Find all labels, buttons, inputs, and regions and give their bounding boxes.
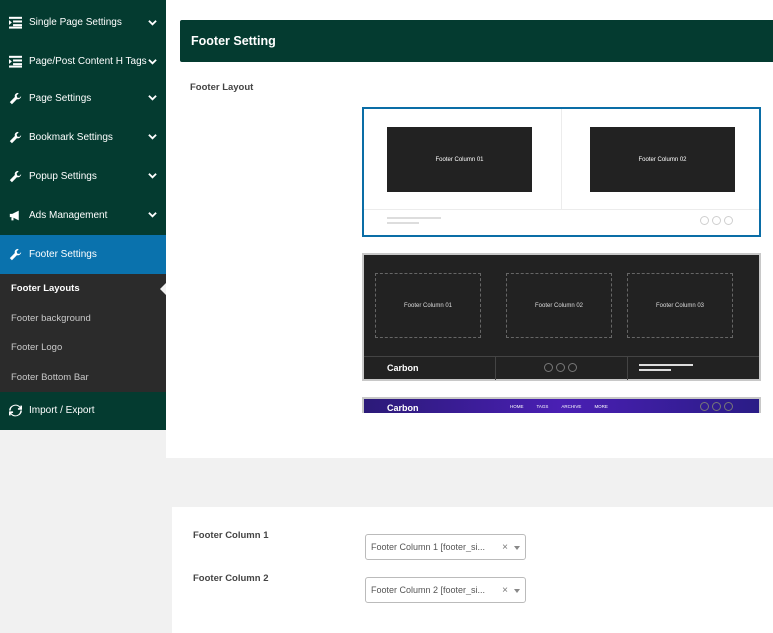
- wrench-icon: [8, 92, 23, 106]
- brand-logo-text: Carbon: [387, 363, 419, 373]
- footer-column-1-label: Footer Column 1: [193, 530, 269, 541]
- footer-settings-submenu: Footer Layouts Footer background Footer …: [0, 274, 166, 392]
- brand-logo-text: Carbon: [387, 403, 419, 413]
- sidebar-item-label: Popup Settings: [29, 171, 97, 182]
- chevron-down-icon: [148, 171, 157, 180]
- social-icons-placeholder: [700, 216, 733, 225]
- sidebar-item-page-post-content-h-tags[interactable]: Page/Post Content H Tags: [0, 44, 166, 79]
- menu-item-preview: TAGS: [536, 404, 549, 409]
- sidebar-item-label: Page/Post Content H Tags: [29, 56, 147, 67]
- footer-column-2-label: Footer Column 2: [193, 573, 269, 584]
- sidebar-item-label: Single Page Settings: [29, 16, 122, 28]
- social-icons-placeholder: [544, 363, 577, 372]
- chevron-down-icon: [148, 210, 157, 219]
- text-line-placeholder: [639, 369, 671, 371]
- bottom-bar-divider: [364, 356, 759, 357]
- text-line-placeholder: [387, 222, 419, 224]
- dropdown-arrow-icon[interactable]: [514, 589, 520, 593]
- bottom-bar-divider: [627, 356, 628, 380]
- sidebar-item-import-export[interactable]: Import / Export: [0, 392, 166, 429]
- submenu-item-footer-logo[interactable]: Footer Logo: [0, 333, 166, 363]
- social-icons-placeholder: [700, 402, 733, 411]
- layout-option-2[interactable]: Footer Column 01 Footer Column 02 Footer…: [362, 253, 761, 381]
- layout-column-preview: Footer Column 03: [627, 273, 733, 338]
- megaphone-icon: [8, 209, 23, 223]
- footer-layout-label: Footer Layout: [190, 82, 254, 93]
- clear-selection-icon[interactable]: ×: [502, 585, 508, 596]
- sidebar-item-page-settings[interactable]: Page Settings: [0, 79, 166, 118]
- layout-column-preview: Footer Column 01: [387, 127, 532, 192]
- text-line-placeholder: [639, 364, 693, 366]
- sidebar-item-ads-management[interactable]: Ads Management: [0, 196, 166, 235]
- submenu-item-footer-layouts[interactable]: Footer Layouts: [0, 274, 166, 304]
- wrench-icon: [8, 131, 23, 145]
- clear-selection-icon[interactable]: ×: [502, 542, 508, 553]
- bottom-bar-divider: [495, 356, 496, 380]
- sidebar-item-label: Footer Settings: [29, 249, 97, 260]
- layout-column-preview: Footer Column 02: [590, 127, 735, 192]
- sidebar-item-bookmark-settings[interactable]: Bookmark Settings: [0, 118, 166, 157]
- list-icon: [8, 55, 23, 69]
- admin-sidebar: Single Page Settings Page/Post Content H…: [0, 0, 166, 430]
- chevron-down-icon: [148, 18, 157, 27]
- submenu-item-footer-bottom-bar[interactable]: Footer Bottom Bar: [0, 363, 166, 393]
- layout-column-preview: Footer Column 01: [375, 273, 481, 338]
- chevron-down-icon: [148, 57, 157, 66]
- layout-option-1[interactable]: Footer Column 01 Footer Column 02: [362, 107, 761, 237]
- select-value: Footer Column 2 [footer_si...: [371, 585, 486, 595]
- refresh-icon: [8, 404, 23, 418]
- sidebar-item-label: Bookmark Settings: [29, 132, 113, 143]
- sidebar-item-single-page-settings[interactable]: Single Page Settings: [0, 0, 166, 44]
- sidebar-item-popup-settings[interactable]: Popup Settings: [0, 157, 166, 196]
- footer-menu-preview: HOME TAGS ARCHIVE MORE: [510, 404, 608, 409]
- sidebar-item-label: Page Settings: [29, 93, 92, 104]
- layout-column-preview: Footer Column 02: [506, 273, 612, 338]
- chevron-down-icon: [148, 93, 157, 102]
- submenu-item-footer-background[interactable]: Footer background: [0, 304, 166, 334]
- select-value: Footer Column 1 [footer_si...: [371, 542, 486, 552]
- wrench-icon: [8, 248, 23, 262]
- panel-title: Footer Setting: [180, 20, 773, 62]
- footer-columns-form: Footer Column 1 Footer Column 1 [footer_…: [172, 507, 773, 633]
- sidebar-item-label: Import / Export: [29, 405, 95, 416]
- layout-option-3[interactable]: Carbon HOME TAGS ARCHIVE MORE: [362, 397, 761, 413]
- footer-settings-panel: Footer Setting Footer Layout Footer Colu…: [166, 0, 773, 458]
- list-icon: [8, 15, 23, 29]
- menu-item-preview: ARCHIVE: [561, 404, 582, 409]
- footer-column-2-select[interactable]: Footer Column 2 [footer_si... ×: [365, 577, 526, 603]
- menu-item-preview: MORE: [594, 404, 608, 409]
- menu-item-preview: HOME: [510, 404, 524, 409]
- wrench-icon: [8, 170, 23, 184]
- dropdown-arrow-icon[interactable]: [514, 546, 520, 550]
- bottom-bar-divider: [364, 209, 759, 210]
- sidebar-item-label: Ads Management: [29, 210, 108, 221]
- column-divider: [561, 109, 562, 209]
- footer-column-1-select[interactable]: Footer Column 1 [footer_si... ×: [365, 534, 526, 560]
- sidebar-item-footer-settings[interactable]: Footer Settings: [0, 235, 166, 274]
- chevron-down-icon: [148, 132, 157, 141]
- text-line-placeholder: [387, 217, 441, 219]
